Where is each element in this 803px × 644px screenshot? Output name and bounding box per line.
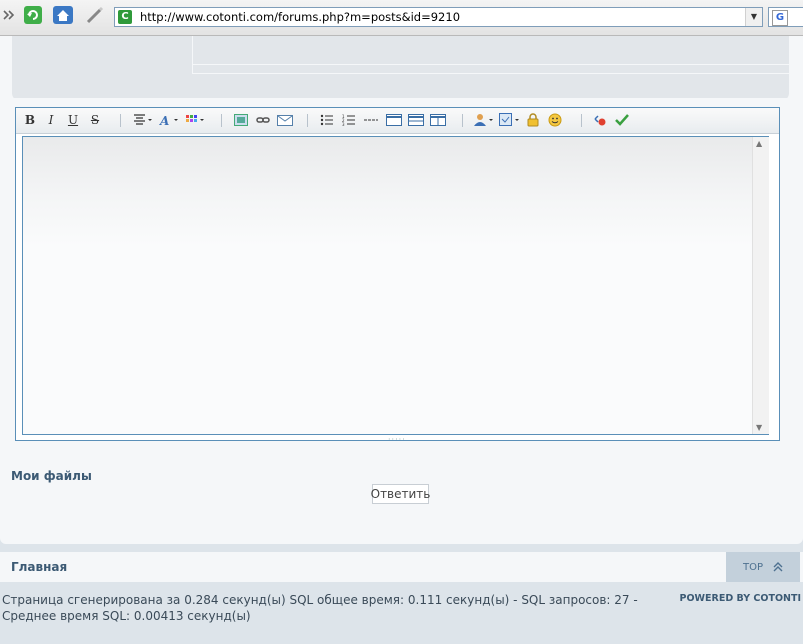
separator (307, 114, 308, 127)
lock-icon[interactable] (525, 112, 541, 128)
table-column-icon[interactable] (429, 112, 447, 128)
table-row-icon[interactable] (407, 112, 425, 128)
separator (581, 114, 582, 127)
numbered-list-icon[interactable]: 123 (341, 112, 357, 128)
site-favicon-icon: C (118, 10, 132, 24)
editor-toolbar: B I U S A 1 2 3 (16, 108, 779, 134)
underline-button[interactable]: U (67, 112, 79, 128)
divider (193, 64, 789, 65)
address-bar[interactable]: C http://www.cotonti.com/forums.php?m=po… (114, 7, 763, 27)
align-dropdown-icon[interactable] (132, 112, 154, 128)
page-generation-stats: Страница сгенерирована за 0.284 секунд(ы… (2, 593, 638, 623)
search-engine-icon: G (772, 10, 788, 26)
reply-section: B I U S A 1 2 3 ▲ ▼ ····· Мои файлы Отве… (0, 98, 803, 544)
post-table (12, 36, 789, 101)
scroll-down-icon[interactable]: ▼ (756, 423, 762, 432)
address-dropdown-icon[interactable]: ▼ (745, 8, 762, 26)
separator (221, 114, 222, 127)
image-icon[interactable] (233, 112, 249, 128)
bold-button[interactable]: B (24, 112, 36, 128)
address-url[interactable]: http://www.cotonti.com/forums.php?m=post… (140, 10, 460, 24)
reload-icon[interactable] (22, 4, 44, 26)
message-textarea[interactable] (22, 136, 769, 435)
overflow-chevron-icon[interactable] (0, 4, 20, 26)
svg-text:A: A (159, 114, 169, 126)
reply-button[interactable]: Ответить (371, 484, 430, 504)
horizontal-rule-icon[interactable] (363, 112, 379, 128)
resize-grip-icon[interactable]: ····· (388, 436, 408, 444)
font-style-dropdown-icon[interactable]: A (158, 112, 180, 128)
bullet-list-icon[interactable] (319, 112, 335, 128)
breadcrumb-bar: Главная TOP (0, 552, 803, 582)
home-icon[interactable] (52, 4, 74, 26)
italic-button[interactable]: I (45, 112, 57, 128)
code-dropdown-icon[interactable] (499, 112, 521, 128)
post-table-cell (12, 36, 193, 74)
checkmark-icon[interactable] (614, 112, 630, 128)
scroll-to-top-button[interactable]: TOP (726, 552, 800, 582)
pen-icon[interactable] (84, 4, 106, 26)
textarea-scrollbar[interactable]: ▲ ▼ (752, 137, 769, 434)
browser-toolbar: C http://www.cotonti.com/forums.php?m=po… (0, 0, 803, 36)
preview-icon[interactable] (592, 112, 608, 128)
divider (193, 73, 789, 74)
email-icon[interactable] (277, 112, 293, 128)
search-box[interactable]: G (768, 7, 803, 27)
smiley-icon[interactable] (547, 112, 563, 128)
table-icon[interactable] (385, 112, 403, 128)
strikethrough-button[interactable]: S (89, 112, 101, 128)
separator (120, 114, 121, 127)
link-icon[interactable] (255, 112, 271, 128)
rich-text-editor: B I U S A 1 2 3 ▲ ▼ ····· (15, 107, 780, 444)
color-dropdown-icon[interactable] (184, 112, 206, 128)
separator (462, 114, 463, 127)
home-link[interactable]: Главная (11, 560, 67, 574)
post-table-area (0, 36, 803, 106)
top-label: TOP (742, 561, 763, 573)
double-chevron-up-icon (773, 562, 783, 572)
powered-by-link[interactable]: POWERED BY COTONTI (680, 593, 801, 604)
scroll-up-icon[interactable]: ▲ (756, 139, 762, 148)
user-quote-dropdown-icon[interactable] (473, 112, 495, 128)
my-files-link[interactable]: Мои файлы (11, 469, 92, 483)
svg-text:3: 3 (342, 122, 345, 126)
